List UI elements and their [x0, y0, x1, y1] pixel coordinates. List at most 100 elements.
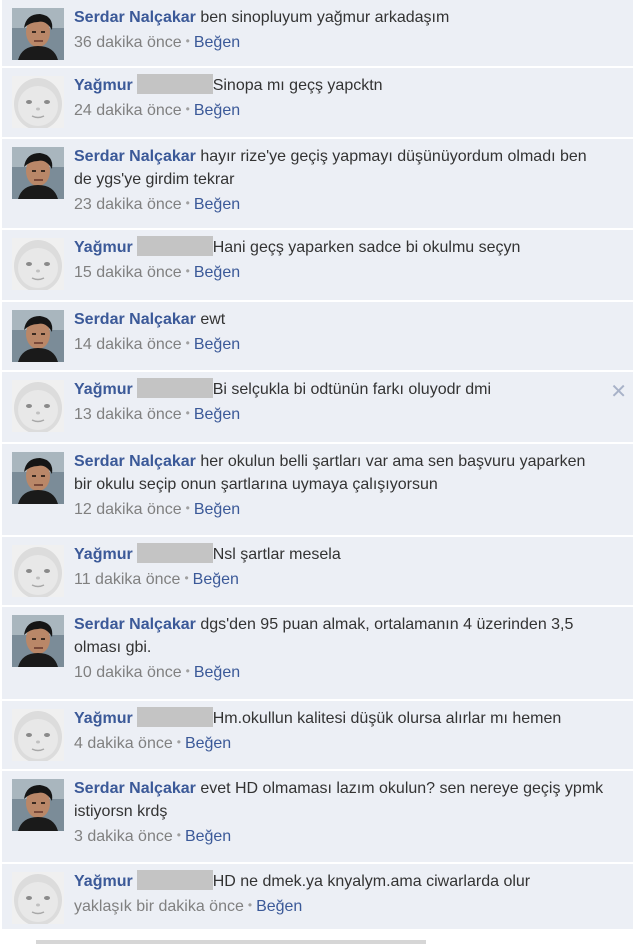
comment-author-link[interactable]: Serdar Nalçakar [74, 148, 196, 165]
comment-text-line: Yağmur Hm.okullun kalitesi düşük olursa a… [74, 707, 607, 730]
comment-body: Serdar Nalçakar her okulun belli şartlar… [74, 450, 607, 522]
comment-author-link[interactable]: Serdar Nalçakar [74, 311, 196, 328]
comment-item: Yağmur Bi selçukla bi odtünün farkı oluyo… [2, 372, 633, 443]
profile-photo-serdar[interactable] [12, 310, 64, 362]
profile-photo-serdar[interactable] [12, 452, 64, 504]
separator-dot: • [176, 828, 181, 842]
comment-timestamp[interactable]: 14 dakika önce [74, 336, 182, 353]
comment-timestamp[interactable]: 3 dakika önce [74, 828, 173, 845]
comment-body: Yağmur Hm.okullun kalitesi düşük olursa a… [74, 707, 607, 756]
comment-timestamp[interactable]: 4 dakika önce [74, 735, 173, 752]
next-comment-edge [0, 930, 635, 944]
comment-text-line: Serdar Nalçakar her okulun belli şartlar… [74, 450, 607, 496]
redacted-surname [136, 543, 213, 563]
comment-item: Yağmur Sinopa mı geçş yapcktn 24 dakika ön… [2, 68, 633, 138]
comment-meta: yaklaşık bir dakika önce • Beğen [74, 893, 607, 919]
comment-timestamp[interactable]: 24 dakika önce [74, 102, 182, 119]
comment-author-link[interactable]: Yağmur [74, 710, 133, 727]
like-link[interactable]: Beğen [185, 828, 231, 845]
profile-photo-yagmur[interactable] [12, 709, 64, 761]
like-link[interactable]: Beğen [194, 264, 240, 281]
comment-body: Yağmur Hani geçş yaparken sadce bi okulmu… [74, 236, 607, 285]
comment-timestamp[interactable]: 11 dakika önce [74, 571, 180, 588]
comment-timestamp[interactable]: 23 dakika önce [74, 196, 182, 213]
comment-author-link[interactable]: Serdar Nalçakar [74, 9, 196, 26]
comment-timestamp[interactable]: 15 dakika önce [74, 264, 182, 281]
comment-body: Yağmur Sinopa mı geçş yapcktn 24 dakika ön… [74, 74, 607, 123]
comment-text-line: Serdar Nalçakar dgs'den 95 puan almak, o… [74, 613, 607, 659]
like-link[interactable]: Beğen [194, 664, 240, 681]
comment-author-link[interactable]: Yağmur [74, 77, 133, 94]
comment-body: Serdar Nalçakar dgs'den 95 puan almak, o… [74, 613, 607, 685]
separator-dot: • [185, 102, 190, 116]
like-link[interactable]: Beğen [194, 406, 240, 423]
comment-author-link[interactable]: Serdar Nalçakar [74, 616, 196, 633]
comment-item: Serdar Nalçakar dgs'den 95 puan almak, o… [2, 607, 633, 700]
like-link[interactable]: Beğen [194, 34, 240, 51]
comment-meta: 12 dakika önce • Beğen [74, 496, 607, 522]
like-link[interactable]: Beğen [194, 196, 240, 213]
profile-photo-yagmur[interactable] [12, 380, 64, 432]
comment-item: Yağmur Hm.okullun kalitesi düşük olursa a… [2, 701, 633, 770]
profile-photo-yagmur[interactable] [12, 76, 64, 128]
comment-text: Hani geçş yaparken sadce bi okulmu seçyn [212, 239, 521, 256]
redacted-surname [136, 870, 213, 890]
comment-text-line: Serdar Nalçakar ewt [74, 308, 607, 331]
comment-author-link[interactable]: Yağmur [74, 239, 133, 256]
like-link[interactable]: Beğen [194, 336, 240, 353]
comment-author-link[interactable]: Yağmur [74, 873, 133, 890]
comment-text: ewt [200, 311, 226, 328]
redacted-surname [136, 74, 213, 94]
close-icon[interactable]: ✕ [610, 382, 627, 402]
comment-text: Hm.okullun kalitesi düşük olursa alırlar… [212, 710, 562, 727]
separator-dot: • [185, 406, 190, 420]
comment-item: Yağmur Nsl şartlar mesela 11 dakika önce • B… [2, 537, 633, 606]
comment-body: Serdar Nalçakar evet HD olmaması lazım o… [74, 777, 607, 849]
comment-text: Sinopa mı geçş yapcktn [212, 77, 383, 94]
comment-item: Serdar Nalçakar ben sinopluyum yağmur ar… [2, 0, 633, 67]
comment-body: Serdar Nalçakar ewt 14 dakika önce • Beğen [74, 308, 607, 357]
profile-photo-yagmur[interactable] [12, 238, 64, 290]
comment-text-line: Yağmur Sinopa mı geçş yapcktn [74, 74, 607, 97]
profile-photo-yagmur[interactable] [12, 872, 64, 924]
comment-timestamp[interactable]: 36 dakika önce [74, 34, 182, 51]
redacted-surname [136, 378, 213, 398]
profile-photo-serdar[interactable] [12, 147, 64, 199]
comment-author-link[interactable]: Serdar Nalçakar [74, 453, 196, 470]
separator-dot: • [176, 735, 181, 749]
comment-meta: 3 dakika önce • Beğen [74, 823, 607, 849]
comment-timestamp[interactable]: 12 dakika önce [74, 501, 182, 518]
comment-body: Yağmur Nsl şartlar mesela 11 dakika önce • B… [74, 543, 607, 592]
comment-author-link[interactable]: Yağmur [74, 546, 133, 563]
separator-dot: • [185, 664, 190, 678]
profile-photo-serdar[interactable] [12, 779, 64, 831]
comment-timestamp[interactable]: 13 dakika önce [74, 406, 182, 423]
like-link[interactable]: Beğen [185, 735, 231, 752]
comment-timestamp[interactable]: yaklaşık bir dakika önce [74, 898, 244, 915]
comment-meta: 11 dakika önce • Beğen [74, 566, 607, 592]
comment-text-line: Serdar Nalçakar ben sinopluyum yağmur ar… [74, 6, 607, 29]
comment-text: ben sinopluyum yağmur arkadaşım [200, 9, 450, 26]
comment-text: HD ne dmek.ya knyalym.ama ciwarlarda olu… [212, 873, 531, 890]
comment-author-link[interactable]: Serdar Nalçakar [74, 780, 196, 797]
comment-meta: 10 dakika önce • Beğen [74, 659, 607, 685]
comment-body: Yağmur Bi selçukla bi odtünün farkı oluyo… [74, 378, 607, 427]
comment-timestamp[interactable]: 10 dakika önce [74, 664, 182, 681]
profile-photo-serdar[interactable] [12, 615, 64, 667]
comment-text-line: Yağmur Hani geçş yaparken sadce bi okulmu… [74, 236, 607, 259]
like-link[interactable]: Beğen [256, 898, 302, 915]
profile-photo-serdar[interactable] [12, 8, 64, 60]
like-link[interactable]: Beğen [194, 102, 240, 119]
redacted-surname [136, 707, 213, 727]
like-link[interactable]: Beğen [194, 501, 240, 518]
comment-author-link[interactable]: Yağmur [74, 381, 133, 398]
comment-text: Bi selçukla bi odtünün farkı oluyodr dmi [212, 381, 492, 398]
separator-dot: • [185, 264, 190, 278]
comment-meta: 24 dakika önce • Beğen [74, 97, 607, 123]
separator-dot: • [247, 898, 253, 912]
separator-dot: • [185, 34, 190, 48]
comment-meta: 23 dakika önce • Beğen [74, 191, 607, 217]
profile-photo-yagmur[interactable] [12, 545, 64, 597]
like-link[interactable]: Beğen [193, 571, 239, 588]
comment-meta: 13 dakika önce • Beğen [74, 401, 607, 427]
